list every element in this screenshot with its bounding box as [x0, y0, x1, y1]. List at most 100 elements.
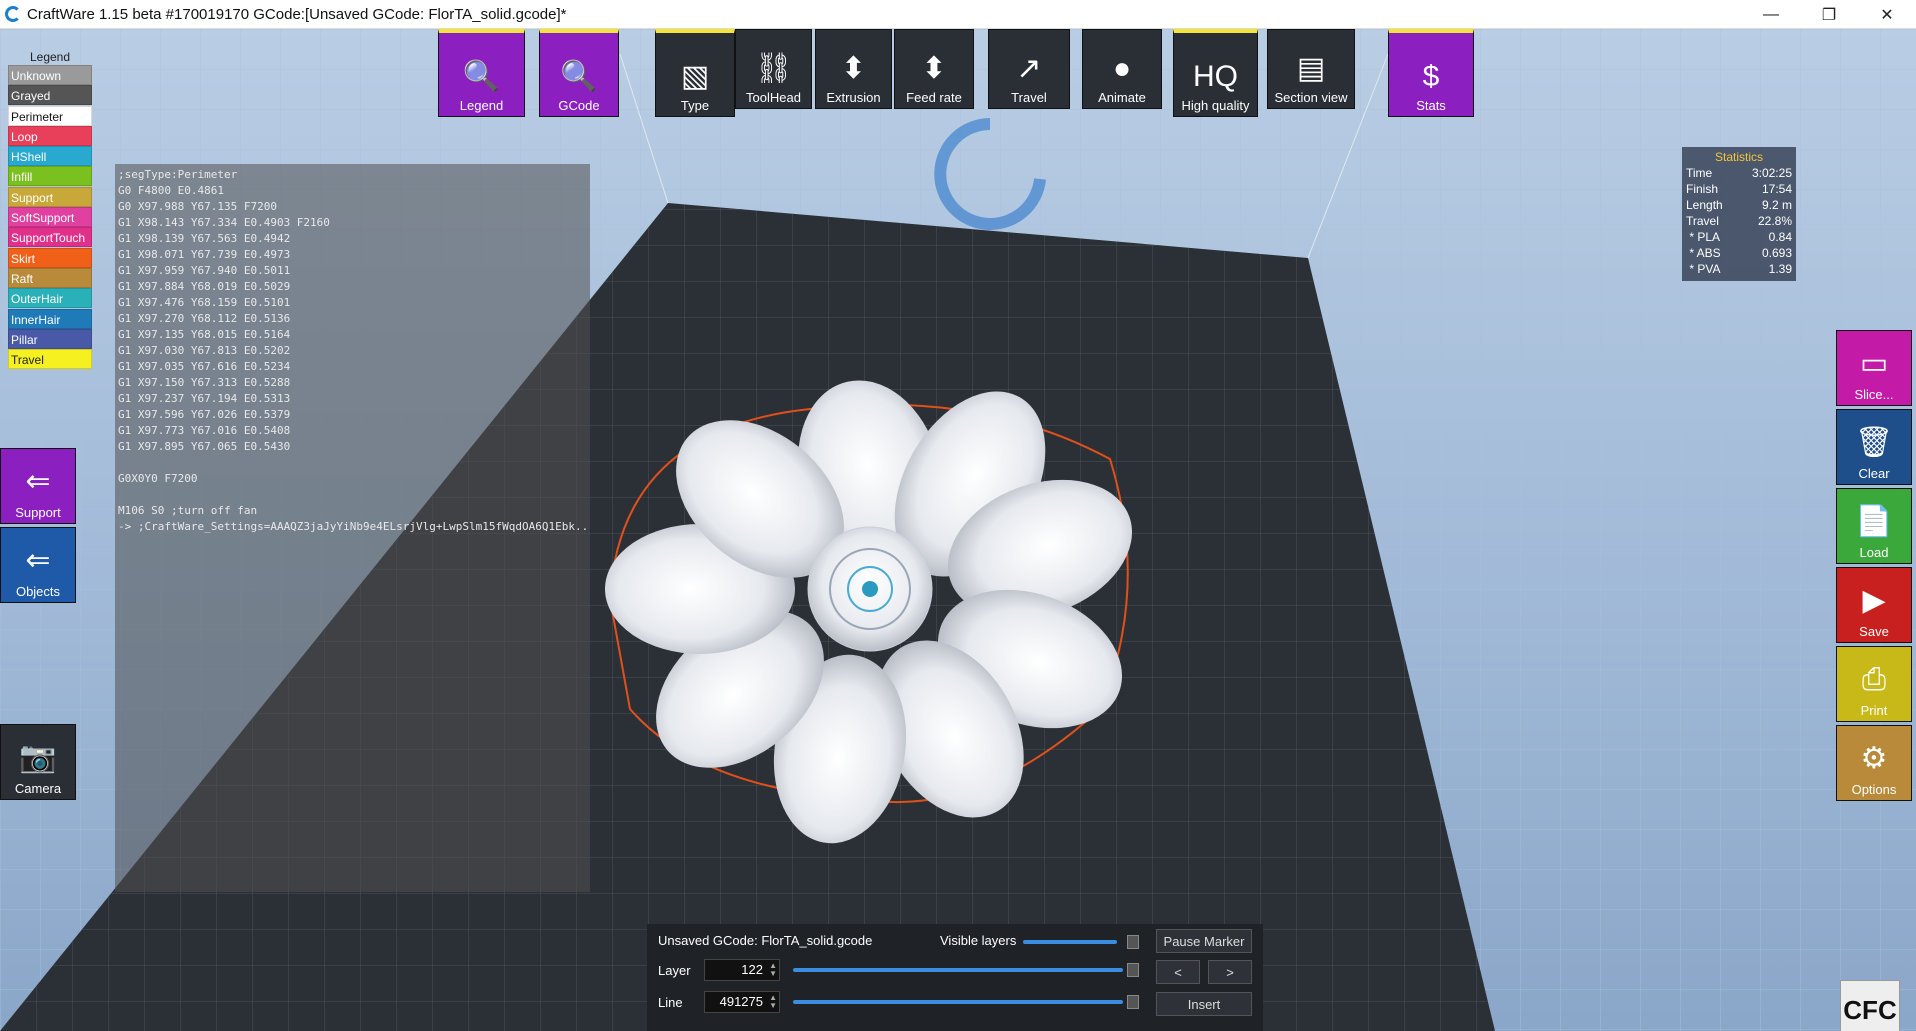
clear-button[interactable]: 🗑 Clear	[1836, 409, 1912, 485]
close-button[interactable]: ✕	[1858, 0, 1916, 29]
legend-button[interactable]: 🔍 Legend	[438, 29, 525, 117]
toolbar-label: ToolHead	[746, 90, 801, 105]
legend-icon: 🔍	[462, 60, 501, 93]
gcode-line: M106 S0 ;turn off fan	[118, 504, 258, 517]
gcode-line: G1 X97.773 Y67.016 E0.5408	[118, 424, 291, 437]
visible-layers-thumb[interactable]	[1127, 935, 1139, 949]
legend-item-skirt: Skirt	[8, 247, 92, 268]
window-title: CraftWare 1.15 beta #170019170 GCode:[Un…	[27, 5, 567, 23]
toolbar-label: Extrusion	[826, 90, 881, 105]
feed-rate-button[interactable]: ⬍ Feed rate	[894, 29, 974, 109]
stat-key: * PVA	[1686, 262, 1721, 276]
layer-spinner[interactable]: ▲ ▼	[767, 962, 777, 978]
travel-button[interactable]: ↗ Travel	[988, 29, 1070, 109]
gcode-line	[115, 455, 590, 471]
cfc-logo: CFC	[1840, 980, 1900, 1031]
stat-value: 22.8%	[1757, 214, 1792, 228]
legend-item-support: Support	[8, 186, 92, 207]
3d-viewport[interactable]: Legend Unknown Grayed Perimeter Loop HShell I…	[0, 29, 1916, 1031]
visible-layers-slider[interactable]	[1023, 940, 1117, 944]
high-quality-button[interactable]: HQ High quality	[1173, 29, 1258, 117]
layer-slider[interactable]	[793, 968, 1123, 972]
toolbar-label: Section view	[1274, 90, 1348, 105]
support-button[interactable]: ⇐ Support	[0, 448, 76, 524]
layer-value: 122	[741, 962, 763, 977]
slice-button[interactable]: ▭ Slice...	[1836, 330, 1912, 406]
stat-key: Travel	[1686, 214, 1719, 228]
section-view-button[interactable]: ▤ Section view	[1267, 29, 1355, 109]
toolbar-label: Feed rate	[906, 90, 962, 105]
gcode-filename: Unsaved GCode: FlorTA_solid.gcode	[658, 933, 873, 948]
layer-slider-thumb[interactable]	[1127, 963, 1139, 977]
toolbar-label: Stats	[1416, 98, 1446, 113]
toolhead-button[interactable]: ⛓ ToolHead	[735, 29, 812, 109]
camera-button[interactable]: 📷 Camera	[0, 724, 76, 800]
extrusion-button[interactable]: ⬍ Extrusion	[815, 29, 892, 109]
stat-key: Length	[1686, 198, 1723, 212]
line-spinner[interactable]: ▲ ▼	[767, 994, 777, 1010]
stat-value: 0.693	[1761, 246, 1792, 260]
slice-icon: ▭	[1859, 347, 1889, 380]
options-icon: ⚙	[1860, 742, 1888, 775]
load-button[interactable]: 📄 Load	[1836, 488, 1912, 564]
clear-icon: 🗑	[1854, 426, 1894, 459]
options-button[interactable]: ⚙ Options	[1836, 725, 1912, 801]
section-view-icon: ▤	[1296, 52, 1326, 85]
type-icon: ▧	[680, 60, 710, 93]
objects-button[interactable]: ⇐ Objects	[0, 527, 76, 603]
gcode-line: G1 X98.139 Y67.563 E0.4942	[118, 232, 291, 245]
support-icon: ⇐	[25, 465, 51, 498]
line-slider[interactable]	[793, 1000, 1123, 1004]
previous-button[interactable]: <	[1156, 960, 1200, 984]
next-button[interactable]: >	[1208, 960, 1252, 984]
gcode-line	[115, 487, 590, 503]
gcode-line: G1 X97.895 Y67.065 E0.5430	[118, 440, 291, 453]
travel-icon: ↗	[1016, 52, 1042, 85]
stat-key: Finish	[1686, 182, 1719, 196]
gcode-line: G1 X97.596 Y67.026 E0.5379	[118, 408, 291, 421]
toolbar-label: Animate	[1098, 90, 1146, 105]
stats-icon: $	[1422, 60, 1440, 93]
side-button-label: Slice...	[1854, 387, 1894, 402]
save-icon: ▶	[1862, 584, 1886, 617]
save-button[interactable]: ▶ Save	[1836, 567, 1912, 643]
stat-row: Travel 22.8%	[1686, 213, 1792, 229]
line-slider-thumb[interactable]	[1127, 995, 1139, 1009]
side-button-label: Print	[1860, 703, 1888, 718]
stat-row: Finish 17:54	[1686, 181, 1792, 197]
restore-button[interactable]: ❐	[1800, 0, 1858, 29]
gcode-line: G0 F4800 E0.4861	[118, 184, 224, 197]
insert-button[interactable]: Insert	[1156, 992, 1252, 1016]
stats-button[interactable]: $ Stats	[1388, 29, 1474, 117]
animate-button[interactable]: ● Animate	[1082, 29, 1162, 109]
layer-input[interactable]: 122 ▲ ▼	[704, 959, 780, 981]
stat-value: 9.2 m	[1761, 198, 1792, 212]
minimize-button[interactable]: —	[1742, 0, 1800, 29]
gcode-line: G1 X97.884 Y68.019 E0.5029	[118, 280, 291, 293]
objects-icon: ⇐	[25, 544, 51, 577]
extrusion-icon: ⬍	[840, 52, 867, 85]
print-button[interactable]: ⎙ Print	[1836, 646, 1912, 722]
gcode-line: G1 X97.270 Y68.112 E0.5136	[118, 312, 291, 325]
pause-marker-button[interactable]: Pause Marker	[1156, 929, 1252, 953]
gcode-line: G1 X97.476 Y68.159 E0.5101	[118, 296, 291, 309]
app-icon	[5, 6, 21, 22]
legend-item-supporttouch: SupportTouch	[8, 227, 92, 248]
legend-item-outerhair: OuterHair	[8, 288, 92, 309]
gcode-line: G1 X97.237 Y67.194 E0.5313	[118, 392, 291, 405]
stat-row: * PVA 1.39	[1686, 261, 1792, 277]
gcode-line: G0X0Y0 F7200	[118, 472, 198, 485]
stat-key: * ABS	[1686, 246, 1721, 260]
line-input[interactable]: 491275 ▲ ▼	[704, 991, 780, 1013]
type-button[interactable]: ▧ Type	[655, 29, 735, 117]
gcode-panel: ;segType:Perimeter G0 F4800 E0.4861 G0 X97…	[115, 164, 590, 892]
gcode-button[interactable]: 🔍 GCode	[539, 29, 619, 117]
feedrate-icon: ⬍	[921, 52, 947, 85]
side-button-label: Clear	[1858, 466, 1890, 481]
print-icon: ⎙	[1862, 663, 1886, 696]
toolbar-label: Legend	[459, 98, 504, 113]
gcode-line: G1 X98.071 Y67.739 E0.4973	[118, 248, 291, 261]
gcode-line: -> ;CraftWare_Settings=AAAQZ3jaJyYiNb9e4…	[118, 520, 590, 533]
side-button-label: Support	[15, 505, 61, 520]
stat-value: 17:54	[1761, 182, 1792, 196]
